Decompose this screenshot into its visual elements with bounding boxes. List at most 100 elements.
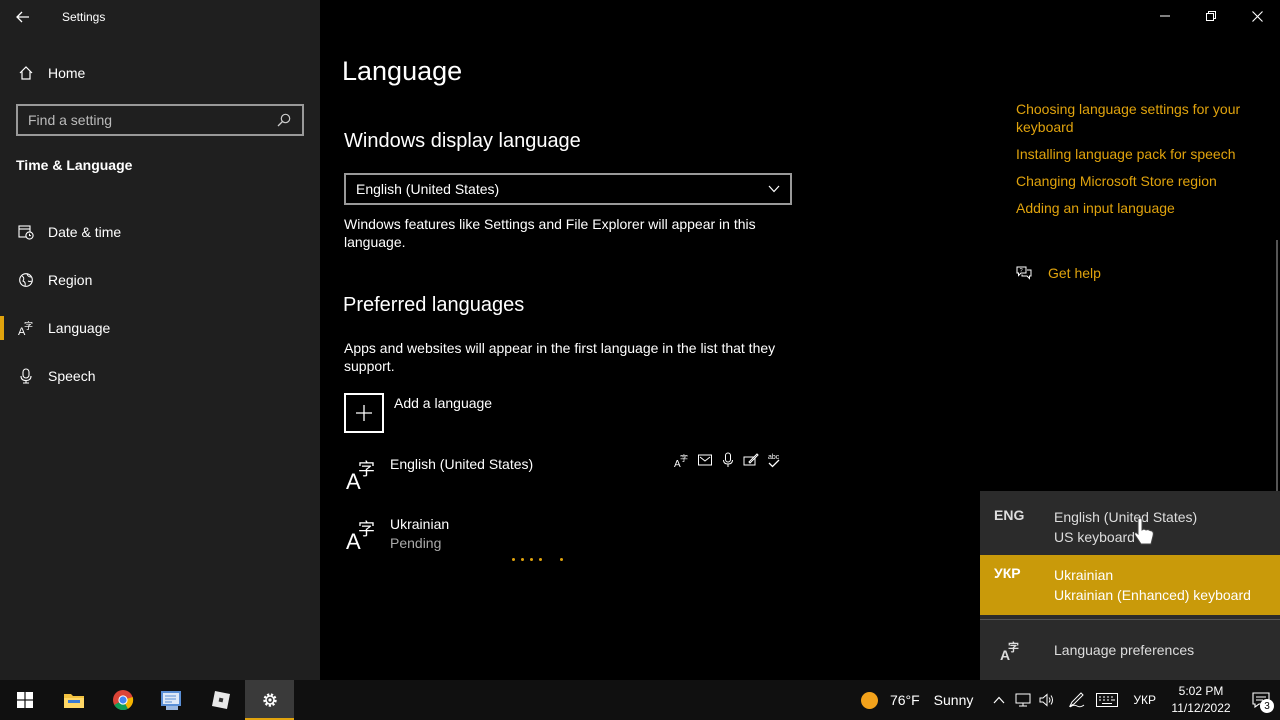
display-language-feature-icon: A字 xyxy=(674,452,690,468)
language-preferences-link[interactable]: A字 Language preferences xyxy=(980,620,1280,680)
taskbar: 76°F Sunny УКР 5:02 PM 11/12/2022 3 xyxy=(0,680,1280,720)
mouse-cursor-icon xyxy=(1134,518,1154,545)
nav-item-speech[interactable]: Speech xyxy=(0,352,320,400)
language-name: Ukrainian xyxy=(390,516,450,532)
clock-date: 11/12/2022 xyxy=(1171,701,1231,715)
nav-home[interactable]: Home xyxy=(0,58,320,88)
nav-home-label: Home xyxy=(48,65,86,81)
language-name: English (United States) xyxy=(390,456,534,472)
taskbar-roblox[interactable] xyxy=(196,680,245,720)
search-input[interactable] xyxy=(28,112,258,128)
nav-item-date-time[interactable]: Date & time xyxy=(0,208,320,256)
flyout-keyboard-name: US keyboard xyxy=(1054,529,1135,545)
nav-item-region[interactable]: Region xyxy=(0,256,320,304)
nav-item-language[interactable]: A字 Language xyxy=(0,304,320,352)
display-language-dropdown[interactable]: English (United States) xyxy=(344,173,792,205)
speaker-icon xyxy=(1039,693,1054,707)
svg-text:字: 字 xyxy=(358,460,375,480)
chevron-down-icon xyxy=(768,185,780,193)
related-settings: Choosing language settings for your keyb… xyxy=(1016,100,1256,226)
link-speech-language-pack[interactable]: Installing language pack for speech xyxy=(1016,145,1256,163)
restore-button[interactable] xyxy=(1188,0,1234,32)
handwriting-feature-icon xyxy=(743,452,759,468)
home-icon xyxy=(18,65,34,81)
flyout-item-eng[interactable]: ENG English (United States) US keyboard xyxy=(980,497,1280,555)
language-status: Pending xyxy=(390,535,442,551)
restore-icon xyxy=(1206,11,1216,21)
language-item-ukrainian[interactable]: A字 Ukrainian Pending xyxy=(344,515,450,554)
speech-feature-icon xyxy=(720,452,736,468)
language-code: УКР xyxy=(994,565,1021,581)
input-language-flyout: ENG English (United States) US keyboard … xyxy=(980,491,1280,680)
show-hidden-icons-button[interactable] xyxy=(987,680,1011,720)
calendar-clock-icon xyxy=(18,224,34,240)
display-language-description: Windows features like Settings and File … xyxy=(344,216,756,250)
network-button[interactable] xyxy=(1011,680,1035,720)
nav-item-label: Date & time xyxy=(48,224,122,240)
roblox-icon xyxy=(211,691,230,709)
link-keyboard-language-settings[interactable]: Choosing language settings for your keyb… xyxy=(1016,100,1256,136)
app-window-icon xyxy=(160,691,181,710)
volume-button[interactable] xyxy=(1035,680,1059,720)
flyout-language-name: English (United States) xyxy=(1054,509,1198,525)
windows-logo-icon xyxy=(16,692,33,708)
flyout-language-name: Ukrainian xyxy=(1054,567,1114,583)
spell-check-feature-icon: abc xyxy=(766,452,782,468)
minimize-button[interactable] xyxy=(1142,0,1188,32)
pen-workspace-button[interactable] xyxy=(1065,680,1089,720)
plus-icon xyxy=(344,393,384,433)
action-center-button[interactable]: 3 xyxy=(1242,680,1280,720)
svg-text:?: ? xyxy=(1020,268,1023,274)
chevron-up-icon xyxy=(993,696,1005,704)
language-icon: A字 xyxy=(344,515,380,554)
clock[interactable]: 5:02 PM 11/12/2022 xyxy=(1170,683,1232,717)
network-icon xyxy=(1015,693,1031,707)
display-language-heading: Windows display language xyxy=(344,130,581,152)
language-code: ENG xyxy=(994,507,1025,523)
minimize-icon xyxy=(1160,15,1170,17)
flyout-item-ukr[interactable]: УКР Ukrainian Ukrainian (Enhanced) keybo… xyxy=(980,555,1280,615)
nav-item-label: Speech xyxy=(48,368,96,384)
taskbar-chrome[interactable] xyxy=(98,680,147,720)
microphone-icon xyxy=(18,368,34,384)
input-language-indicator[interactable]: УКР xyxy=(1133,693,1156,707)
clock-time: 5:02 PM xyxy=(1178,684,1224,698)
add-language-label: Add a language xyxy=(394,395,493,411)
language-feature-icons: A字 abc xyxy=(674,452,782,468)
link-store-region[interactable]: Changing Microsoft Store region xyxy=(1016,172,1256,190)
touch-keyboard-button[interactable] xyxy=(1089,680,1125,720)
weather-temperature: 76°F xyxy=(889,692,920,708)
help-chat-icon: ? xyxy=(1016,266,1032,280)
search-icon[interactable] xyxy=(276,112,292,128)
get-help-link[interactable]: ? Get help xyxy=(1016,265,1101,281)
text-to-speech-feature-icon xyxy=(697,452,713,468)
nav-item-label: Language xyxy=(48,320,111,336)
back-button[interactable] xyxy=(0,0,46,34)
pen-icon xyxy=(1069,692,1085,708)
nav-list: Date & time Region A字 Language Speech xyxy=(0,208,320,400)
search-box[interactable] xyxy=(16,104,304,136)
language-icon: A字 xyxy=(980,639,1054,661)
start-button[interactable] xyxy=(0,680,49,720)
section-title: Time & Language xyxy=(16,157,133,173)
get-help-label: Get help xyxy=(1048,265,1101,281)
settings-sidebar: Settings Home Time & Language Date & tim… xyxy=(0,0,320,680)
taskbar-settings[interactable] xyxy=(245,680,294,720)
language-icon: A字 xyxy=(344,455,380,494)
add-language-button[interactable]: Add a language xyxy=(344,393,492,433)
keyboard-icon xyxy=(1096,693,1119,707)
chrome-icon xyxy=(112,690,133,711)
preferred-languages-description: Apps and websites will appear in the fir… xyxy=(344,340,776,374)
taskbar-file-explorer[interactable] xyxy=(49,680,98,720)
taskbar-app[interactable] xyxy=(147,680,196,720)
language-item-english[interactable]: A字 English (United States) xyxy=(344,455,534,494)
close-button[interactable] xyxy=(1234,0,1280,32)
back-arrow-icon xyxy=(16,11,29,23)
gear-icon xyxy=(262,693,277,707)
window-controls xyxy=(1142,0,1280,32)
svg-text:abc: abc xyxy=(768,454,780,461)
svg-text:字: 字 xyxy=(680,453,688,463)
globe-icon xyxy=(18,272,34,288)
weather-widget[interactable]: 76°F Sunny xyxy=(860,691,973,709)
link-add-input-language[interactable]: Adding an input language xyxy=(1016,199,1256,217)
